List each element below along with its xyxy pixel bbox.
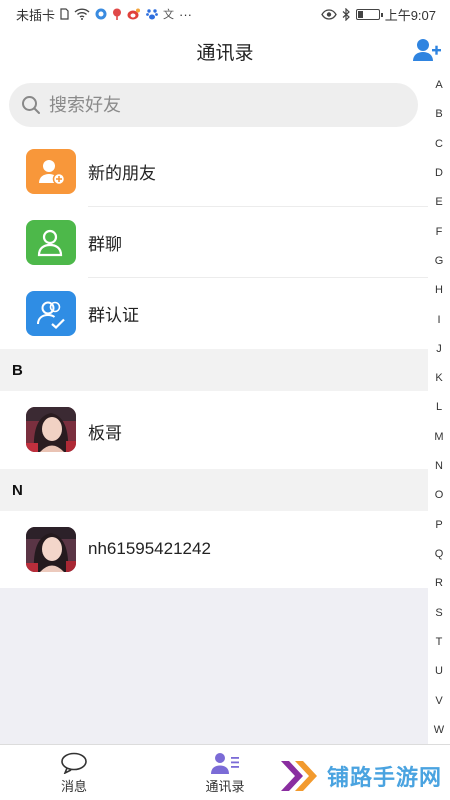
group-chat-tile (26, 220, 76, 265)
group-verify-item[interactable]: 群认证 (0, 278, 428, 349)
eye-icon (320, 8, 337, 20)
new-friend-icon (39, 159, 66, 185)
alpha-letter-b[interactable]: B (435, 109, 442, 120)
empty-area (0, 588, 428, 744)
new-friend-tile (26, 149, 76, 194)
alpha-letter-h[interactable]: H (435, 285, 443, 296)
alpha-letter-e[interactable]: E (435, 197, 442, 208)
contact-name: nh61595421242 (88, 539, 211, 558)
alpha-letter-q[interactable]: Q (435, 549, 444, 560)
contact-item[interactable]: 板哥 (0, 391, 428, 469)
bottom-nav: 消息 通讯录 铺路手游网 (0, 744, 450, 800)
alpha-letter-a[interactable]: A (435, 80, 442, 91)
avatar (26, 407, 76, 452)
alpha-letter-i[interactable]: I (437, 314, 440, 326)
watermark-text: 铺路手游网 (326, 765, 442, 790)
translate-icon: 文 (163, 9, 175, 21)
new-friends-item[interactable]: 新的朋友 (0, 136, 428, 207)
app-header: 通讯录 (0, 28, 450, 74)
contact-list: 新的朋友 群聊 群认证 B 板哥 N nh61595421242 (0, 136, 428, 589)
alpha-letter-j[interactable]: J (436, 343, 442, 355)
group-verify-label: 群认证 (88, 306, 139, 325)
bluetooth-icon (342, 7, 350, 21)
contacts-icon (211, 752, 239, 774)
carrier-text: 未插卡 (16, 7, 56, 23)
weibo-icon (127, 8, 141, 20)
alpha-letter-c[interactable]: C (435, 138, 443, 150)
app-icon (95, 8, 107, 20)
tab-contacts[interactable]: 通讯录 (185, 745, 265, 800)
page-title: 通讯录 (196, 42, 254, 64)
alpha-letter-u[interactable]: U (435, 666, 443, 677)
sim-icon (60, 8, 69, 20)
alpha-letter-v[interactable]: V (435, 695, 442, 707)
contact-name: 板哥 (88, 424, 122, 443)
alpha-letter-m[interactable]: M (434, 431, 443, 443)
search-bar[interactable] (9, 83, 418, 127)
search-icon (22, 96, 40, 114)
alpha-letter-l[interactable]: L (436, 402, 442, 413)
group-verify-icon (37, 301, 65, 329)
alphabet-index[interactable]: A B C D E F G H I J K L M N O P Q R S T U V W (428, 76, 450, 742)
tab-messages-label: 消息 (60, 778, 87, 794)
new-friends-label: 新的朋友 (88, 164, 156, 183)
alpha-letter-o[interactable]: O (435, 490, 444, 501)
alpha-letter-f[interactable]: F (436, 226, 443, 238)
alpha-letter-k[interactable]: K (435, 373, 442, 384)
wifi-icon (74, 8, 90, 20)
status-left: 未插卡 文 ··· (16, 5, 192, 24)
alpha-letter-w[interactable]: W (434, 724, 444, 736)
battery-icon (355, 8, 383, 20)
tab-messages[interactable]: 消息 (34, 745, 114, 800)
add-friend-icon[interactable] (412, 36, 442, 66)
status-right: 上午9:07 (320, 5, 436, 24)
alpha-letter-s[interactable]: S (435, 607, 442, 619)
group-verify-tile (26, 291, 76, 336)
alpha-letter-d[interactable]: D (435, 167, 443, 179)
alpha-letter-n[interactable]: N (435, 461, 443, 472)
search-input[interactable] (49, 94, 369, 116)
baidu-icon (146, 9, 158, 20)
alpha-letter-g[interactable]: G (435, 255, 444, 267)
avatar (26, 527, 76, 572)
tab-contacts-label: 通讯录 (205, 778, 245, 794)
more-indicator: ··· (179, 6, 193, 22)
alpha-letter-p[interactable]: P (435, 519, 442, 531)
alpha-letter-r[interactable]: R (435, 578, 443, 589)
section-header-b: B (0, 349, 428, 391)
status-time: 上午9:07 (384, 7, 436, 23)
group-chat-icon (37, 229, 63, 256)
battery-level (357, 10, 363, 18)
status-bar: 未插卡 文 ··· 上午9:07 (0, 0, 450, 28)
section-header-n: N (0, 469, 428, 511)
group-chat-label: 群聊 (88, 235, 122, 254)
chat-bubble-icon (61, 752, 87, 774)
pin-icon (113, 8, 122, 20)
contact-item[interactable]: nh61595421242 (0, 511, 428, 589)
group-chat-item[interactable]: 群聊 (0, 207, 428, 278)
watermark-logo-icon (280, 761, 317, 791)
watermark: 铺路手游网 (279, 759, 442, 793)
alpha-letter-t[interactable]: T (436, 636, 443, 648)
